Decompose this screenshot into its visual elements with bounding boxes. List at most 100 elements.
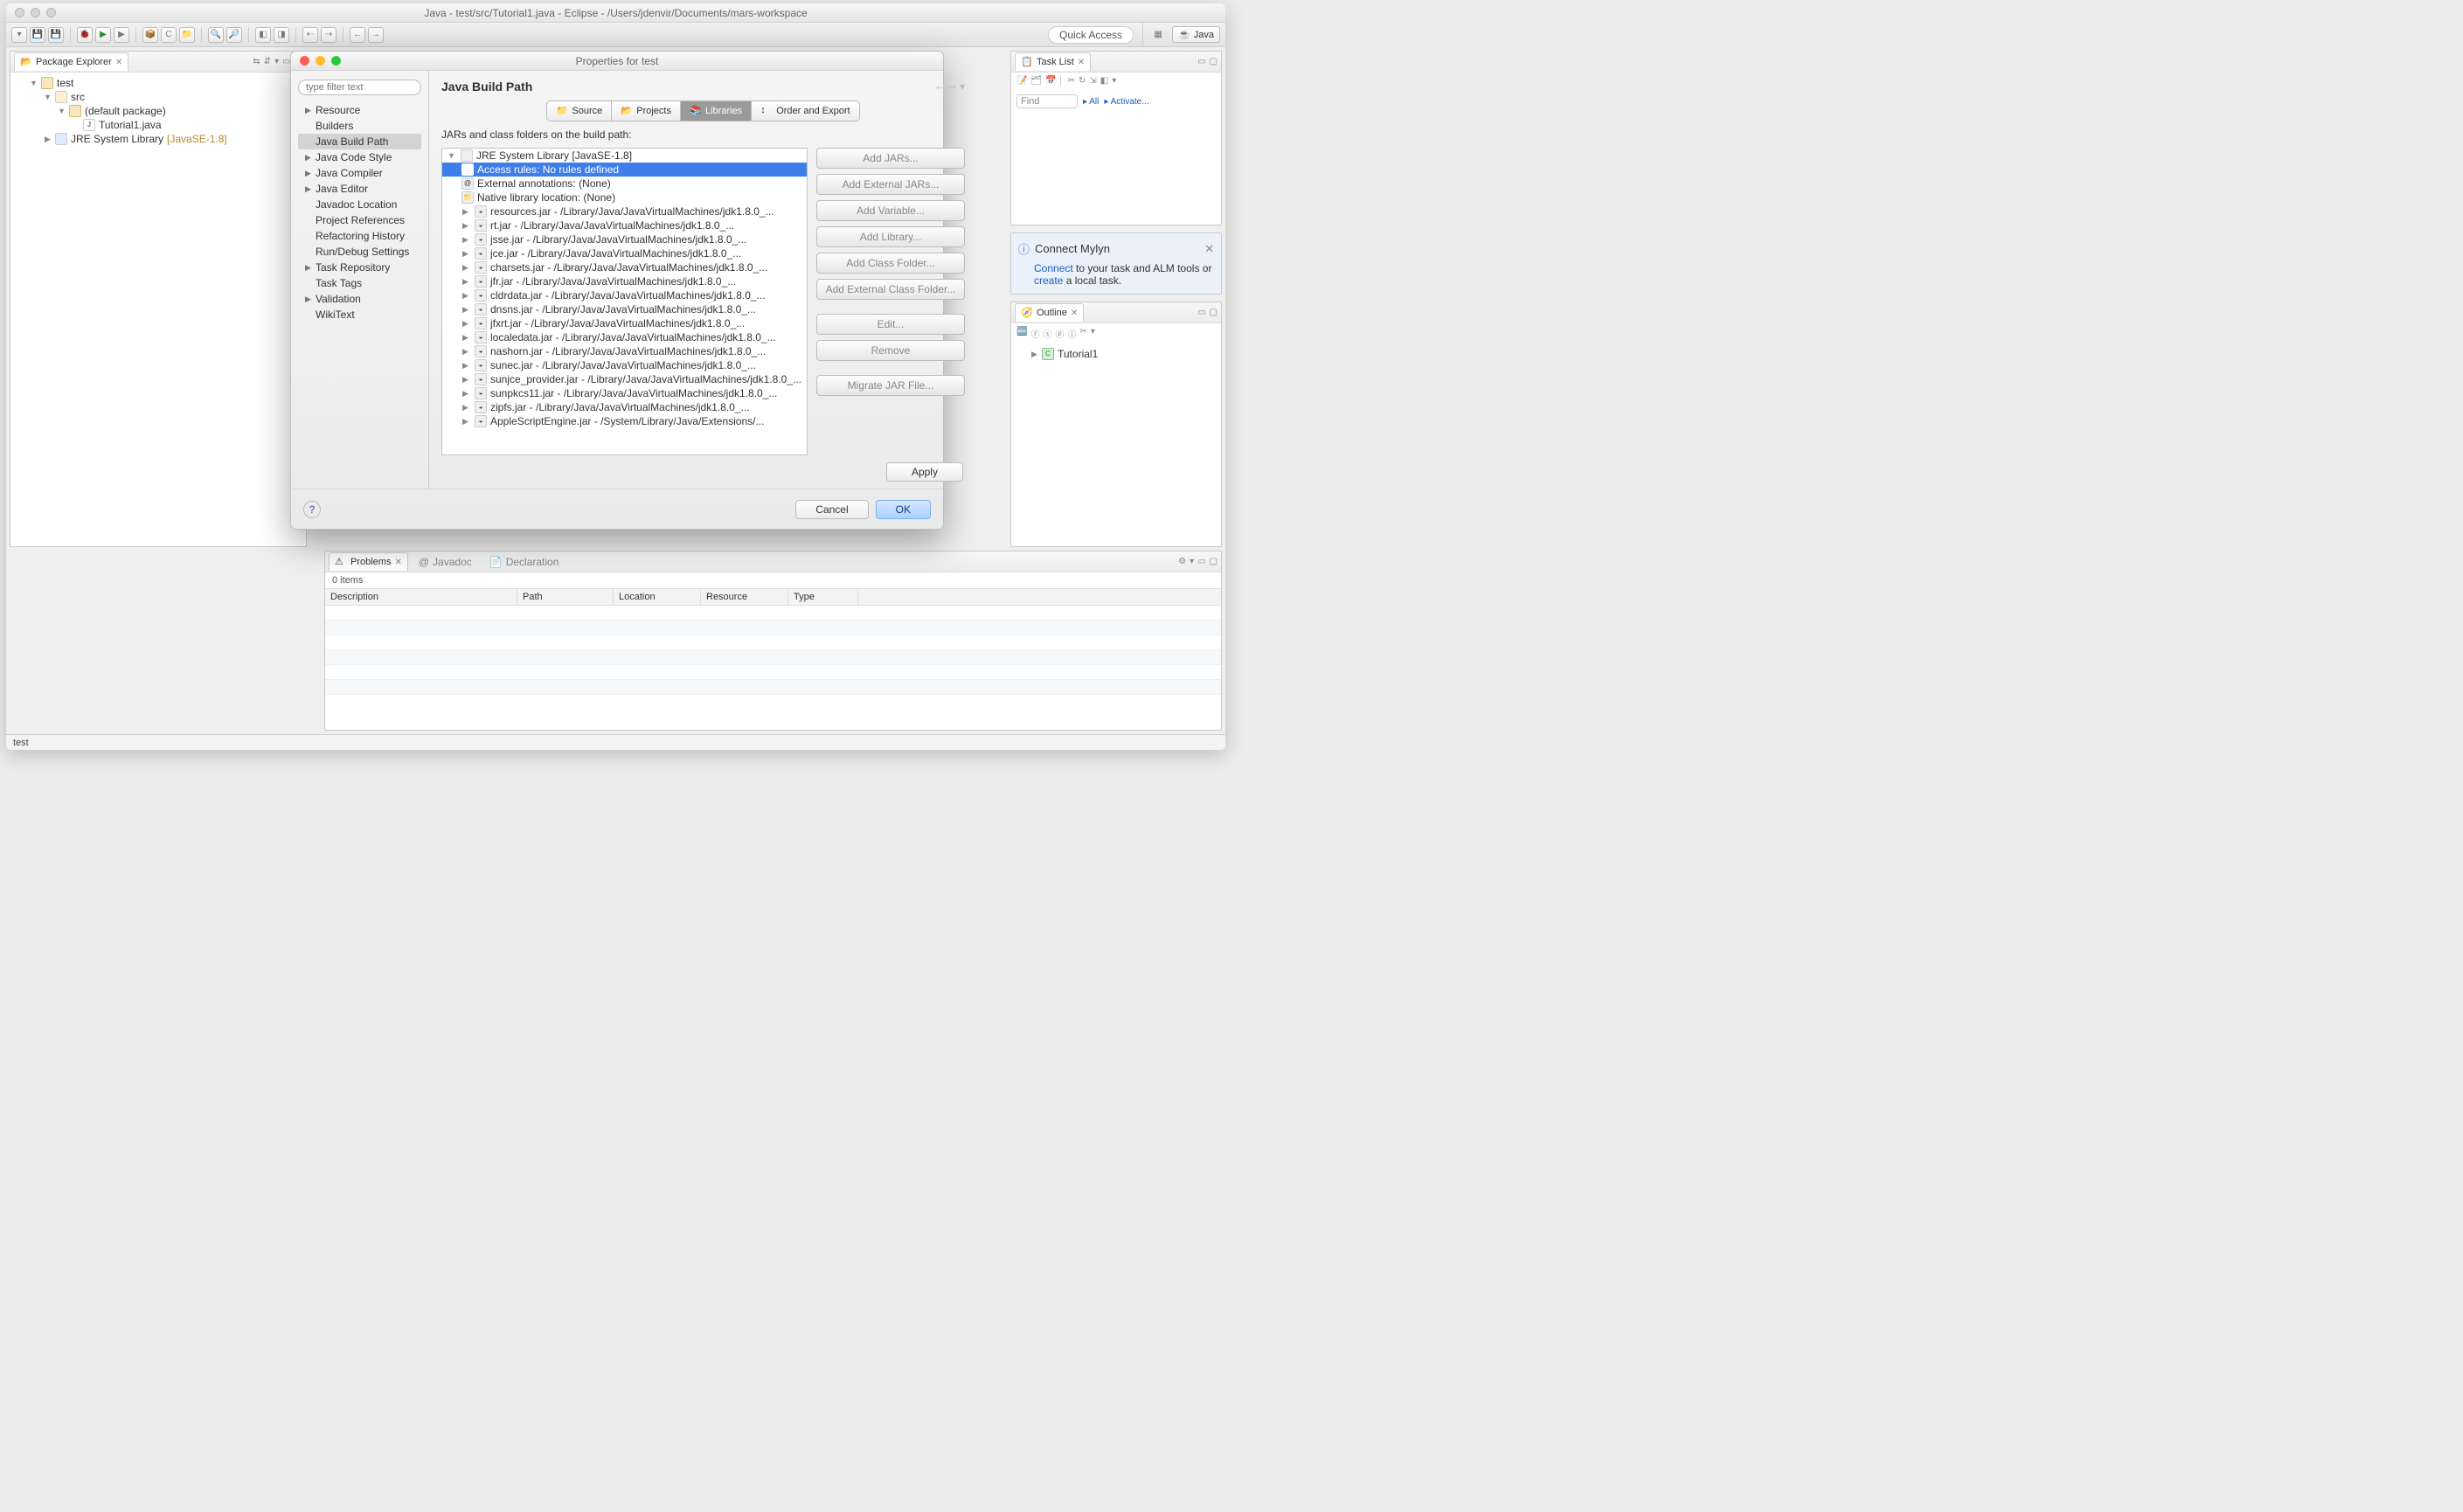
toggle-mark-icon[interactable]: ◧	[255, 27, 271, 43]
new-package-icon[interactable]: 📦	[142, 27, 158, 43]
jar-entry[interactable]: ▶◒localedata.jar - /Library/Java/JavaVir…	[442, 330, 807, 344]
quick-access-input[interactable]: Quick Access	[1048, 26, 1134, 44]
java-perspective-button[interactable]: ☕ Java	[1172, 26, 1220, 43]
problems-table[interactable]: Description Path Location Resource Type	[325, 588, 1221, 730]
close-tab-icon[interactable]: ✕	[115, 58, 122, 67]
connect-link[interactable]: Connect	[1034, 262, 1073, 274]
collapse-all-icon[interactable]: ⇆	[253, 57, 260, 66]
tree-jre[interactable]: ▶JRE System Library [JavaSE-1.8]	[44, 132, 301, 146]
maximize-view-icon[interactable]: ▢	[1210, 557, 1218, 566]
jar-entry[interactable]: ▶◒jce.jar - /Library/Java/JavaVirtualMac…	[442, 246, 807, 260]
all-link[interactable]: ▸ All	[1083, 97, 1099, 107]
package-explorer-tree[interactable]: ▼test ▼src ▼(default package) JTutorial1…	[10, 73, 306, 149]
minimize-view-icon[interactable]: ▭	[1197, 57, 1205, 66]
forward-icon[interactable]: ⤑	[947, 80, 956, 94]
close-tab-icon[interactable]: ✕	[394, 558, 401, 567]
minimize-view-icon[interactable]: ▭	[1197, 308, 1205, 317]
package-explorer-tab[interactable]: 📂 Package Explorer ✕	[14, 52, 128, 71]
category-item[interactable]: ▶Java Code Style	[298, 149, 421, 165]
link-editor-icon[interactable]: ⇵	[264, 57, 271, 66]
categorize-icon[interactable]: 🗂	[1030, 76, 1042, 86]
debug-icon[interactable]: 🐞	[77, 27, 93, 43]
jar-entry[interactable]: ▶◒jsse.jar - /Library/Java/JavaVirtualMa…	[442, 232, 807, 246]
minimize-view-icon[interactable]: ▭	[1197, 557, 1205, 566]
category-item[interactable]: ▶Resource	[298, 102, 421, 118]
find-input[interactable]: Find	[1016, 94, 1078, 108]
javadoc-tab[interactable]: @Javadoc	[412, 552, 479, 572]
focus-task-icon[interactable]: ✂︎	[1079, 327, 1086, 340]
menu-icon[interactable]: ▾	[960, 80, 965, 94]
problems-tab[interactable]: ⚠︎ Problems ✕	[329, 552, 408, 571]
category-list[interactable]: ▶ResourceBuildersJava Build Path▶Java Co…	[298, 102, 421, 323]
back-icon[interactable]: ←	[350, 27, 365, 43]
migrate-jar-button[interactable]: Migrate JAR File...	[816, 375, 965, 396]
new-task-icon[interactable]: 📝	[1016, 76, 1027, 86]
category-item[interactable]: Java Build Path	[298, 134, 421, 149]
outline-class[interactable]: ▶CTutorial1	[1030, 347, 1216, 361]
coverage-icon[interactable]: ▶	[114, 27, 129, 43]
jar-entry[interactable]: ▶◒nashorn.jar - /Library/Java/JavaVirtua…	[442, 344, 807, 358]
close-hint-icon[interactable]: ✕	[1204, 242, 1214, 256]
hide-fields-icon[interactable]: ⓕ	[1030, 327, 1039, 340]
open-perspective-icon[interactable]: ▦	[1150, 27, 1166, 43]
jar-entry[interactable]: ▶◒cldrdata.jar - /Library/Java/JavaVirtu…	[442, 288, 807, 302]
tree-src[interactable]: ▼src	[44, 90, 301, 104]
close-tab-icon[interactable]: ✕	[1078, 58, 1085, 67]
search-icon[interactable]: 🔎	[226, 27, 242, 43]
jar-entry[interactable]: ▶◒sunec.jar - /Library/Java/JavaVirtualM…	[442, 358, 807, 372]
tab-libraries[interactable]: 📚Libraries	[680, 101, 751, 121]
new-folder-icon[interactable]: 📁	[179, 27, 195, 43]
hide-icon[interactable]: ◧	[1100, 76, 1108, 86]
maximize-view-icon[interactable]: ▢	[1210, 57, 1218, 66]
jar-entry[interactable]: ▶◒sunpkcs11.jar - /Library/Java/JavaVirt…	[442, 386, 807, 400]
save-all-icon[interactable]: 💾	[48, 27, 64, 43]
view-menu-icon[interactable]: ▾	[274, 57, 279, 66]
access-rules[interactable]: ⚙︎Access rules: No rules defined	[442, 163, 807, 177]
create-link[interactable]: create	[1034, 274, 1063, 287]
category-item[interactable]: Run/Debug Settings	[298, 244, 421, 260]
category-item[interactable]: Javadoc Location	[298, 197, 421, 212]
sort-icon[interactable]: 🔤	[1016, 327, 1027, 340]
forward-icon[interactable]: →	[368, 27, 384, 43]
col-path[interactable]: Path	[517, 589, 614, 605]
category-item[interactable]: WikiText	[298, 307, 421, 323]
jar-entry[interactable]: ▶◒jfr.jar - /Library/Java/JavaVirtualMac…	[442, 274, 807, 288]
add-variable-button[interactable]: Add Variable...	[816, 200, 965, 221]
maximize-view-icon[interactable]: ▢	[1210, 308, 1218, 317]
jar-entry[interactable]: ▶◒zipfs.jar - /Library/Java/JavaVirtualM…	[442, 400, 807, 414]
view-menu-icon[interactable]: ▾	[1190, 557, 1194, 566]
task-list-tab[interactable]: 📋 Task List ✕	[1015, 52, 1091, 71]
run-icon[interactable]: ▶	[95, 27, 111, 43]
hide-local-icon[interactable]: ⓛ	[1067, 327, 1076, 340]
outline-tree[interactable]: ▶CTutorial1	[1011, 343, 1221, 364]
jar-entry[interactable]: ▶◒sunjce_provider.jar - /Library/Java/Ja…	[442, 372, 807, 386]
ok-button[interactable]: OK	[876, 500, 931, 519]
help-icon[interactable]: ?	[303, 501, 321, 518]
back-icon[interactable]: ⬸	[936, 80, 945, 94]
new-icon[interactable]: ▾	[11, 27, 27, 43]
tree-file[interactable]: JTutorial1.java	[72, 118, 301, 132]
hide-static-icon[interactable]: ⓢ	[1043, 327, 1051, 340]
category-item[interactable]: ▶Java Compiler	[298, 165, 421, 181]
focus-icon[interactable]: ✂︎	[1068, 76, 1075, 86]
add-jars-button[interactable]: Add JARs...	[816, 148, 965, 169]
category-item[interactable]: ▶Validation	[298, 291, 421, 307]
jar-entry[interactable]: ▶◒dnsns.jar - /Library/Java/JavaVirtualM…	[442, 302, 807, 316]
add-class-folder-button[interactable]: Add Class Folder...	[816, 253, 965, 274]
view-menu-icon[interactable]: ▾	[1112, 76, 1116, 86]
category-item[interactable]: Task Tags	[298, 275, 421, 291]
sync-icon[interactable]: ↻	[1079, 76, 1086, 86]
tree-project[interactable]: ▼test	[30, 76, 301, 90]
native-lib-location[interactable]: 📁Native library location: (None)	[442, 191, 807, 205]
add-external-jars-button[interactable]: Add External JARs...	[816, 174, 965, 195]
remove-button[interactable]: Remove	[816, 340, 965, 361]
jar-entry[interactable]: ▶◒charsets.jar - /Library/Java/JavaVirtu…	[442, 260, 807, 274]
add-library-button[interactable]: Add Library...	[816, 226, 965, 247]
save-icon[interactable]: 💾	[30, 27, 45, 43]
filter-input[interactable]	[298, 80, 421, 95]
outline-tab[interactable]: 🧭 Outline ✕	[1015, 303, 1084, 322]
hide-nonpublic-icon[interactable]: ⓟ	[1055, 327, 1064, 340]
col-type[interactable]: Type	[788, 589, 858, 605]
next-annotation-icon[interactable]: ⇢	[321, 27, 336, 43]
col-location[interactable]: Location	[614, 589, 701, 605]
